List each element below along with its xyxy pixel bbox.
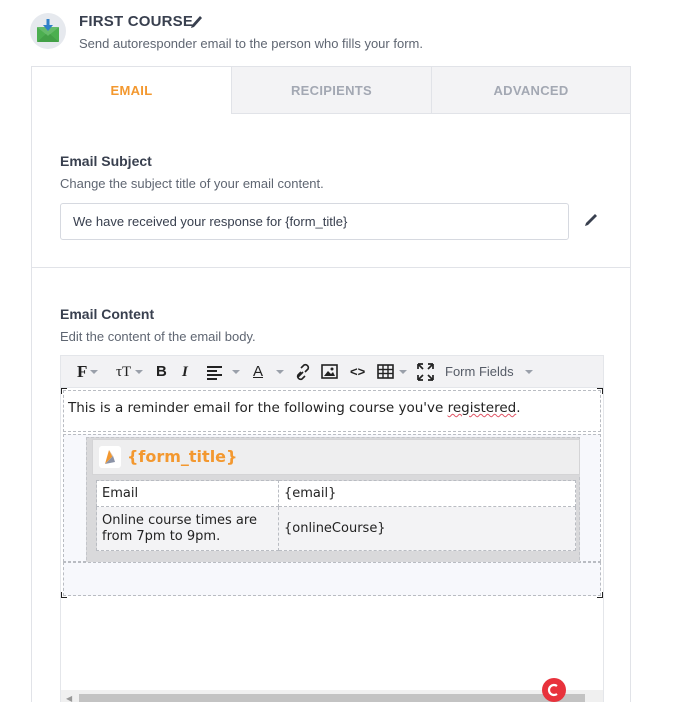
italic-icon[interactable]: I [182, 356, 188, 388]
table-cell-label[interactable]: Online course times are from 7pm to 9pm. [96, 506, 279, 551]
pencil-icon[interactable] [190, 13, 204, 29]
scroll-left-icon[interactable]: ◀ [66, 694, 72, 702]
form-title-bar: {form_title} [92, 439, 580, 475]
resize-handle[interactable] [597, 592, 603, 598]
table-row: Online course times are from 7pm to 9pm.… [96, 506, 576, 551]
tab-email[interactable]: EMAIL [32, 67, 231, 114]
table-cell-value[interactable]: {onlineCourse} [278, 506, 576, 551]
image-icon[interactable] [321, 356, 339, 388]
resize-handle[interactable] [61, 388, 67, 394]
resize-handle[interactable] [61, 592, 67, 598]
header: FIRST COURSE Send autoresponder email to… [0, 0, 684, 66]
form-fields-table: Email {email} Online course times are fr… [96, 480, 576, 551]
reminder-period: . [516, 400, 521, 416]
bold-icon[interactable]: B [156, 356, 167, 388]
link-icon[interactable] [295, 356, 311, 388]
scroll-thumb[interactable] [79, 694, 585, 702]
form-title: {form_title} [127, 447, 238, 466]
resize-handle[interactable] [597, 388, 603, 394]
font-family-icon[interactable]: F [77, 356, 87, 388]
page-subtitle: Send autoresponder email to the person w… [79, 36, 423, 51]
subject-title: Email Subject [60, 153, 152, 169]
tab-recipients[interactable]: RECIPIENTS [231, 67, 431, 114]
reminder-text-main: This is a reminder email for the followi… [68, 400, 448, 416]
empty-block[interactable] [63, 562, 601, 596]
code-icon[interactable]: <> [350, 356, 365, 388]
table-row: Email {email} [96, 480, 576, 507]
tab-bar: EMAIL RECIPIENTS ADVANCED [32, 67, 630, 114]
content-title: Email Content [60, 306, 155, 322]
form-table-block: {form_title} Email {email} Online course… [63, 434, 601, 565]
misspelled-word: registered [447, 400, 517, 416]
fullscreen-icon[interactable] [417, 356, 435, 388]
font-color-icon[interactable]: A [253, 356, 263, 388]
horizontal-scrollbar[interactable]: ◀ [61, 690, 603, 702]
table-icon[interactable] [377, 356, 395, 388]
form-logo-icon [99, 446, 121, 468]
edit-subject-icon[interactable] [584, 211, 600, 227]
form-fields-dropdown[interactable]: Form Fields [445, 356, 514, 388]
content-description: Edit the content of the email body. [60, 329, 256, 344]
envelope-download-icon [30, 13, 66, 49]
align-icon[interactable] [207, 356, 223, 388]
table-cell-value[interactable]: {email} [278, 480, 576, 507]
email-subject-input[interactable]: We have received your response for {form… [60, 203, 569, 240]
font-size-icon[interactable]: τT [116, 356, 131, 388]
grammarly-icon[interactable] [542, 678, 566, 702]
rich-text-editor: F τT B I A <> Form Fields This is a remi… [60, 355, 604, 702]
subject-description: Change the subject title of your email c… [60, 176, 324, 191]
form-fields-label: Form Fields [445, 364, 514, 379]
section-divider [32, 267, 630, 268]
settings-card: EMAIL RECIPIENTS ADVANCED Email Subject … [31, 66, 631, 702]
table-cell-label[interactable]: Email [96, 480, 279, 507]
tab-advanced[interactable]: ADVANCED [431, 67, 630, 114]
page-title: FIRST COURSE [79, 13, 194, 30]
editor-toolbar: F τT B I A <> Form Fields [61, 356, 603, 388]
editor-content[interactable]: This is a reminder email for the followi… [61, 388, 603, 702]
reminder-text[interactable]: This is a reminder email for the followi… [68, 400, 521, 416]
